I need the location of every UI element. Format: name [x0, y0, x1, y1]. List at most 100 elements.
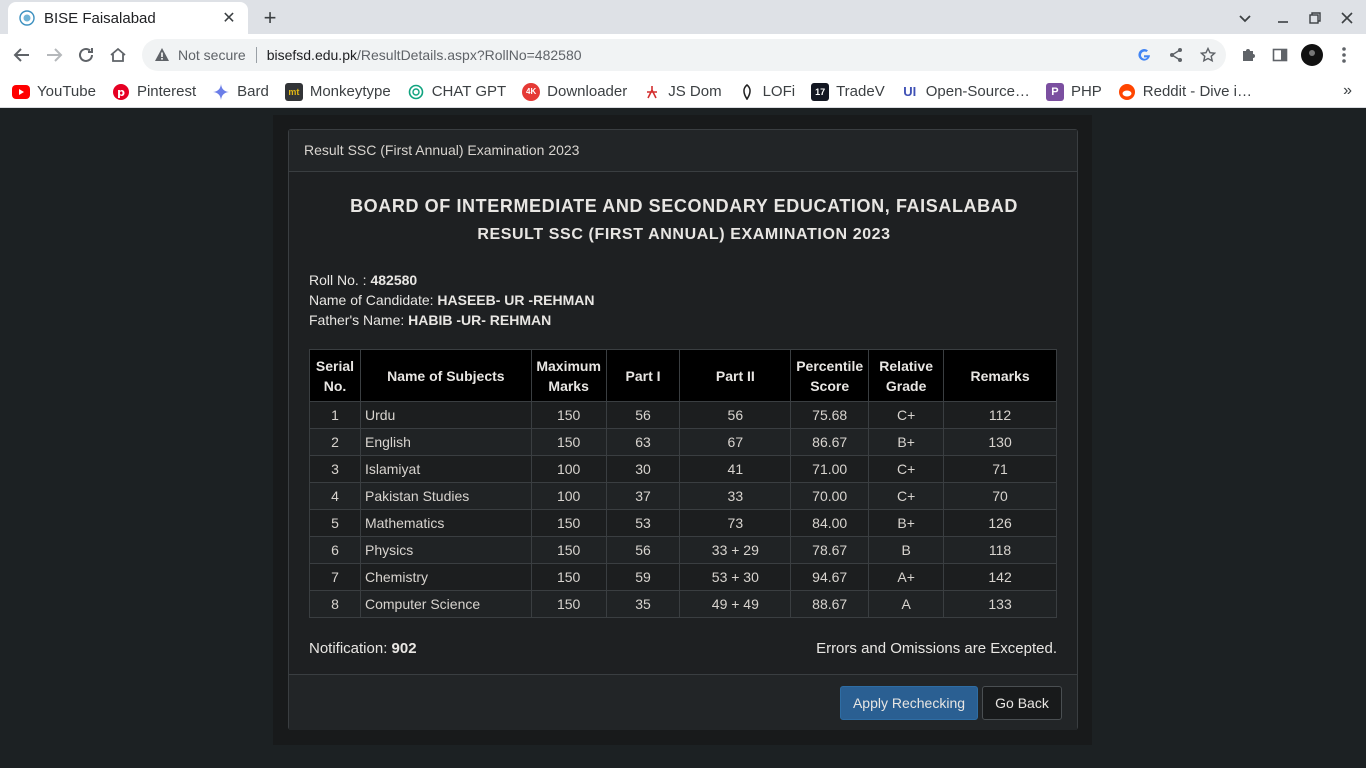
table-cell: 30 — [605, 455, 681, 483]
bookmark-php[interactable]: P PHP — [1045, 78, 1102, 106]
table-row: 5 Mathematics 150 53 73 84.00 B+ 126 — [309, 509, 1057, 537]
table-cell: 84.00 — [790, 509, 870, 537]
go-back-button[interactable]: Go Back — [982, 686, 1062, 720]
url-host: bisefsd.edu.pk — [266, 47, 357, 63]
table-cell: 2 — [309, 428, 361, 456]
table-cell: 35 — [605, 590, 681, 618]
table-cell: 112 — [943, 401, 1057, 429]
table-cell: Computer Science — [359, 590, 532, 618]
lofi-icon — [738, 83, 756, 101]
bard-sparkle-icon — [212, 83, 230, 101]
extensions-puzzle-icon[interactable] — [1235, 42, 1261, 68]
table-cell: 53 — [605, 509, 681, 537]
bookmark-monkeytype[interactable]: mt Monkeytype — [284, 78, 391, 106]
bookmark-open-source[interactable]: UI Open-Source… — [901, 78, 1030, 106]
reddit-icon — [1118, 83, 1136, 101]
table-cell: 67 — [679, 428, 792, 456]
column-header: Percentile Score — [790, 349, 870, 402]
browser-toolbar: Not secure bisefsd.edu.pk /ResultDetails… — [0, 34, 1366, 76]
notification: Notification: 902 — [309, 640, 417, 657]
table-cell: 56 — [605, 401, 681, 429]
bookmark-pinterest[interactable]: p Pinterest — [112, 78, 196, 106]
page-container: Result SSC (First Annual) Examination 20… — [273, 115, 1092, 745]
php-icon: P — [1045, 82, 1064, 101]
address-bar[interactable]: Not secure bisefsd.edu.pk /ResultDetails… — [142, 39, 1226, 71]
column-header: Part II — [679, 349, 792, 402]
table-cell: Chemistry — [359, 563, 532, 591]
bookmark-downloader[interactable]: 4K Downloader — [522, 78, 627, 106]
table-cell: 71.00 — [790, 455, 870, 483]
share-icon[interactable] — [1166, 45, 1186, 65]
table-cell: 5 — [309, 509, 361, 537]
openai-icon — [407, 83, 425, 101]
table-cell: 130 — [943, 428, 1057, 456]
bookmark-youtube[interactable]: YouTube — [12, 78, 96, 106]
back-arrow-icon[interactable] — [9, 42, 35, 68]
errors-omissions-note: Errors and Omissions are Excepted. — [816, 640, 1057, 657]
table-row: 1 Urdu 150 56 56 75.68 C+ 112 — [309, 401, 1057, 429]
table-cell: 49 + 49 — [679, 590, 792, 618]
bookmark-chat-gpt[interactable]: CHAT GPT — [407, 78, 506, 106]
panel-footer: Apply Rechecking Go Back — [289, 674, 1077, 730]
table-cell: 70.00 — [790, 482, 870, 510]
table-row: 2 English 150 63 67 86.67 B+ 130 — [309, 428, 1057, 456]
column-header: Name of Subjects — [359, 349, 532, 402]
close-tab-icon[interactable]: ✕ — [220, 9, 238, 27]
candidate-name: Name of Candidate: HASEEB- UR -REHMAN — [309, 292, 595, 308]
kebab-menu-icon[interactable] — [1331, 42, 1357, 68]
browser-tab[interactable]: BISE Faisalabad ✕ — [8, 2, 248, 34]
bookmark-star-icon[interactable] — [1198, 45, 1218, 65]
minimize-icon[interactable] — [1271, 6, 1295, 30]
tab-search-chevron-icon[interactable] — [1233, 6, 1257, 30]
warning-triangle-icon[interactable] — [154, 47, 170, 63]
bookmark-reddit[interactable]: Reddit - Dive i… — [1118, 78, 1252, 106]
google-lens-icon[interactable] — [1134, 45, 1154, 65]
table-cell: 142 — [943, 563, 1057, 591]
table-row: 4 Pakistan Studies 100 37 33 70.00 C+ 70 — [309, 482, 1057, 510]
table-cell: 73 — [679, 509, 792, 537]
result-panel: Result SSC (First Annual) Examination 20… — [288, 129, 1078, 730]
bookmark-lofi[interactable]: LOFi — [738, 78, 795, 106]
table-body: 1 Urdu 150 56 56 75.68 C+ 112 2 English 150 63 67 86.… — [309, 401, 1057, 618]
table-cell: 86.67 — [790, 428, 870, 456]
downloader-4k-icon: 4K — [522, 82, 541, 101]
table-cell: B+ — [868, 509, 945, 537]
candidate-name-value: HASEEB- UR -REHMAN — [437, 292, 595, 308]
table-cell: 100 — [530, 455, 607, 483]
table-cell: 150 — [530, 563, 607, 591]
home-icon[interactable] — [105, 42, 131, 68]
table-cell: 133 — [943, 590, 1057, 618]
father-name: Father's Name: HABIB -UR- REHMAN — [309, 312, 552, 328]
table-cell: 3 — [309, 455, 361, 483]
forward-arrow-icon[interactable] — [41, 42, 67, 68]
bookmark-tradev[interactable]: 17 TradeV — [811, 78, 885, 106]
table-row: 6 Physics 150 56 33 + 29 78.67 B 118 — [309, 536, 1057, 564]
bookmark-js-dom[interactable]: JS Dom — [643, 78, 722, 106]
table-cell: 56 — [605, 536, 681, 564]
table-cell: 150 — [530, 509, 607, 537]
profile-avatar[interactable] — [1299, 42, 1325, 68]
security-label[interactable]: Not secure — [178, 47, 246, 63]
reload-icon[interactable] — [73, 42, 99, 68]
apply-rechecking-button[interactable]: Apply Rechecking — [840, 686, 978, 720]
table-cell: 33 — [679, 482, 792, 510]
table-cell: Physics — [359, 536, 532, 564]
table-cell: 7 — [309, 563, 361, 591]
youtube-icon — [12, 83, 30, 101]
tab-strip: BISE Faisalabad ✕ + — [0, 0, 1366, 34]
table-cell: 33 + 29 — [679, 536, 792, 564]
column-header: Relative Grade — [868, 349, 945, 402]
table-cell: Islamiyat — [359, 455, 532, 483]
table-cell: Pakistan Studies — [359, 482, 532, 510]
restore-icon[interactable] — [1303, 6, 1327, 30]
bookmark-bard[interactable]: Bard — [212, 78, 269, 106]
side-panel-icon[interactable] — [1267, 42, 1293, 68]
table-cell: 78.67 — [790, 536, 870, 564]
close-window-icon[interactable] — [1335, 6, 1359, 30]
table-cell: 94.67 — [790, 563, 870, 591]
column-header: Part I — [605, 349, 681, 402]
table-cell: 88.67 — [790, 590, 870, 618]
more-bookmarks-chevron-icon[interactable]: » — [1343, 82, 1352, 100]
new-tab-icon[interactable]: + — [258, 5, 282, 30]
monkeytype-icon: mt — [284, 82, 303, 101]
